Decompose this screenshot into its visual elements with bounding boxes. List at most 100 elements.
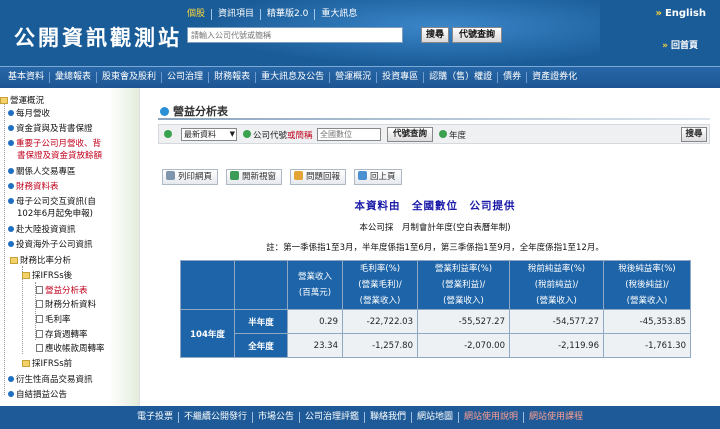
document-icon: [36, 344, 43, 352]
sidebar: 營運概況 每月營收 資金貸與及背書保證 重要子公司月營收、背 書保證及資金貸放餘…: [0, 88, 140, 406]
sidebar-item-after-ifrs[interactable]: 採IFRSs後: [22, 271, 72, 282]
new-window-button[interactable]: 開新視窗: [226, 169, 283, 185]
table-header-gross-margin: 毛利率(%) (營業毛利)/ (營業收入): [342, 260, 418, 310]
nav-item-bonds[interactable]: 債券: [498, 72, 528, 83]
data-source-line: 本資料由 全國數位 公司提供: [354, 200, 516, 212]
nav-item-warrants[interactable]: 認購（售）權證: [424, 72, 499, 83]
top-link-essential[interactable]: 精華版2.0: [261, 9, 316, 20]
back-arrow-icon: [358, 171, 368, 180]
back-button[interactable]: 回上頁: [354, 169, 402, 185]
header-line: (營業收入): [626, 296, 668, 306]
nav-item-shareholders-dividends[interactable]: 股東會及股利: [97, 72, 163, 83]
home-link[interactable]: » 回首頁: [662, 38, 698, 51]
nav-item-investment[interactable]: 投資專區: [377, 72, 425, 83]
print-button-label: 列印網頁: [178, 172, 213, 182]
sidebar-item-ratio-analysis[interactable]: 財務比率分析: [10, 256, 71, 267]
sidebar-item-overseas-subsidiary[interactable]: 投資海外子公司資訊: [8, 240, 93, 251]
top-link-info-items[interactable]: 資訊項目: [212, 9, 262, 20]
sidebar-item-operating-analysis[interactable]: 營益分析表: [36, 286, 88, 297]
footer-link-usage-course[interactable]: 網站使用課程: [524, 412, 588, 423]
header-search-button[interactable]: 搜尋: [421, 27, 449, 43]
sidebar-item-subsidiary-revenue[interactable]: 重要子公司月營收、背: [8, 139, 101, 150]
english-link[interactable]: » English: [655, 8, 706, 19]
site-logo[interactable]: 公開資訊觀測站: [14, 22, 182, 52]
table-header-pretax-margin: 稅前純益率(%) (稅前純益)/ (營業收入): [509, 260, 604, 310]
sidebar-item-inventory-turnover[interactable]: 存貨週轉率: [36, 330, 88, 341]
sidebar-item-label: 102年6月起免申報): [17, 209, 93, 219]
sidebar-item-before-ifrs[interactable]: 採IFRSs前: [22, 359, 72, 370]
folder-open-icon: [22, 272, 30, 279]
company-search-input[interactable]: [187, 27, 403, 43]
sidebar-item-label: 衍生性商品交易資訊: [16, 375, 93, 385]
page-title-text: 營益分析表: [173, 105, 228, 118]
sidebar-item-subsidiary-revenue-line2[interactable]: 書保證及資金貸放餘額: [17, 151, 102, 162]
data-period-select[interactable]: 最新資料 ▼: [181, 128, 237, 141]
period-cell: 半年度: [234, 309, 288, 334]
header-code-lookup-button[interactable]: 代號查詢: [452, 27, 502, 43]
sidebar-item-related-party[interactable]: 關係人交易專區: [8, 167, 76, 178]
sidebar-item-operations[interactable]: 營運概況: [0, 96, 44, 107]
sidebar-item-financial-tables[interactable]: 財務資料表: [8, 182, 59, 193]
footer-link-usage-guide[interactable]: 網站使用說明: [459, 412, 525, 423]
sidebar-item-funds-lending[interactable]: 資金貸與及背書保證: [8, 124, 93, 135]
table-header-blank: [234, 260, 288, 310]
sidebar-item-monthly-revenue[interactable]: 每月營收: [8, 109, 50, 120]
new-window-icon: [230, 171, 240, 180]
sidebar-item-label: 營運概況: [10, 96, 45, 106]
print-button[interactable]: 列印網頁: [162, 169, 219, 185]
main-content: 營益分析表 最新資料 ▼ 公司代號或簡稱 代號查詢 年度 搜尋 列印網頁 開新視窗…: [150, 88, 720, 406]
top-link-stock[interactable]: 個股: [187, 9, 213, 20]
footer-link-contact[interactable]: 聯絡我們: [365, 412, 413, 423]
document-icon: [36, 300, 43, 308]
sidebar-item-parent-subsidiary[interactable]: 母子公司交互資訊(自: [8, 197, 96, 208]
footer-link-governance-evaluation[interactable]: 公司治理評鑑: [300, 412, 365, 423]
footer-link-deregistered[interactable]: 不繼續公開發行: [179, 412, 253, 423]
report-issue-button-label: 問題回報: [306, 172, 341, 182]
top-link-major-news[interactable]: 重大訊息: [315, 9, 363, 20]
report-issue-button[interactable]: 問題回報: [290, 169, 347, 185]
sidebar-item-label: 赴大陸投資資訊: [16, 225, 76, 235]
filter-search-button[interactable]: 搜尋: [681, 127, 707, 142]
header-line: (營業收入): [536, 296, 577, 306]
sidebar-item-parent-subsidiary-line2[interactable]: 102年6月起免申報): [17, 209, 93, 220]
nav-item-financial-reports[interactable]: 財務報表: [209, 72, 257, 83]
sidebar-item-self-assessed-pl[interactable]: 自結損益公告: [8, 390, 67, 401]
sidebar-item-gross-margin[interactable]: 毛利率: [36, 315, 71, 326]
nav-item-basic-info[interactable]: 基本資料: [3, 72, 51, 83]
code-lookup-button[interactable]: 代號查詢: [387, 127, 433, 142]
nav-item-major-news[interactable]: 重大訊息及公告: [256, 72, 331, 83]
title-divider: [158, 118, 710, 120]
header-line: (稅前純益)/: [534, 280, 579, 290]
sidebar-item-receivables-turnover[interactable]: 應收帳款周轉率: [36, 344, 105, 355]
year-label: 年度: [449, 131, 467, 141]
sidebar-item-label: 每月營收: [16, 109, 51, 119]
sidebar-item-financial-analysis[interactable]: 財務分析資料: [36, 300, 96, 311]
period-definition-note: 註：第一季係指1至3月，半年度係指1至6月，第三季係指1至9月，全年度係指1至1…: [266, 243, 604, 253]
value-cell: -55,527.27: [417, 309, 510, 334]
nav-item-governance[interactable]: 公司治理: [162, 72, 210, 83]
document-icon: [36, 286, 43, 294]
main-nav: 基本資料 彙總報表 股東會及股利 公司治理 財務報表 重大訊息及公告 營運概況 …: [0, 66, 720, 88]
footer-link-market-notice[interactable]: 市場公告: [253, 412, 300, 423]
dropdown-arrow-icon: ▼: [229, 130, 235, 138]
nav-item-summary-reports[interactable]: 彙總報表: [50, 72, 98, 83]
fiscal-year-note: 本公司採 月制會計年度(空白表曆年制): [359, 223, 511, 233]
sidebar-item-label: 關係人交易專區: [16, 167, 76, 177]
value-cell: 0.29: [287, 309, 343, 334]
footer-link-e-voting[interactable]: 電子投票: [132, 412, 179, 423]
table-header-row: 營業收入 (百萬元) 毛利率(%) (營業毛利)/ (營業收入) 營業利益率(%…: [180, 260, 691, 310]
bullet-icon: [8, 391, 14, 397]
sidebar-item-derivatives[interactable]: 衍生性商品交易資訊: [8, 375, 93, 386]
nav-item-operations[interactable]: 營運概況: [330, 72, 378, 83]
plus-icon: [243, 130, 251, 138]
nav-item-securitization[interactable]: 資產證券化: [527, 72, 582, 83]
page-title: 營益分析表: [160, 103, 228, 119]
sidebar-item-china-investment[interactable]: 赴大陸投資資訊: [8, 225, 76, 236]
plus-icon: [439, 130, 447, 138]
footer-link-sitemap[interactable]: 網站地圖: [412, 412, 460, 423]
bullet-icon: [8, 241, 14, 247]
period-cell: 全年度: [234, 333, 288, 358]
chevron-right-icon: »: [655, 8, 662, 19]
company-code-input[interactable]: [317, 128, 381, 141]
sidebar-item-label: 財務資料表: [16, 182, 59, 192]
